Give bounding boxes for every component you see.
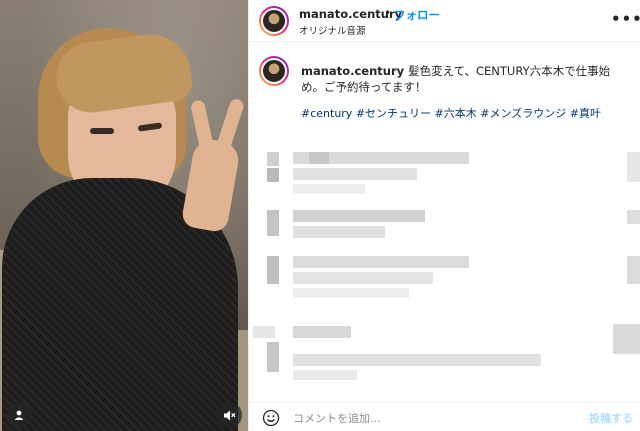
caption-avatar[interactable] — [259, 56, 289, 86]
comment-input[interactable] — [293, 410, 573, 426]
comment-bar: 投稿する — [249, 402, 640, 431]
separator-dot: • — [384, 6, 392, 20]
post-caption: manato.century 髪色変えて、CENTURY六本木で仕事始め。ご予約待… — [301, 63, 631, 95]
user-tag-button[interactable] — [6, 402, 32, 428]
audio-link[interactable]: オリジナル音源 — [299, 23, 366, 37]
caption-username[interactable]: manato.century — [301, 64, 404, 78]
user-icon — [14, 410, 24, 420]
emoji-icon[interactable] — [262, 409, 280, 427]
avatar[interactable] — [259, 6, 289, 36]
more-horizontal-icon[interactable]: ••• — [611, 10, 640, 28]
person-eye-left — [90, 128, 114, 134]
post-detail-panel: manato.century • フォロー オリジナル音源 ••• manato… — [248, 0, 640, 431]
post-media[interactable] — [0, 0, 248, 431]
mute-toggle-button[interactable] — [216, 402, 242, 428]
post-comment-button[interactable]: 投稿する — [589, 410, 633, 426]
hashtags[interactable]: #century #センチュリー #六本木 #メンズラウンジ #真叶 — [301, 105, 601, 121]
comments-list-blurred — [249, 128, 640, 394]
post-header: manato.century • フォロー オリジナル音源 ••• — [249, 0, 640, 42]
volume-mute-icon — [223, 410, 235, 420]
follow-button[interactable]: フォロー — [394, 7, 440, 23]
